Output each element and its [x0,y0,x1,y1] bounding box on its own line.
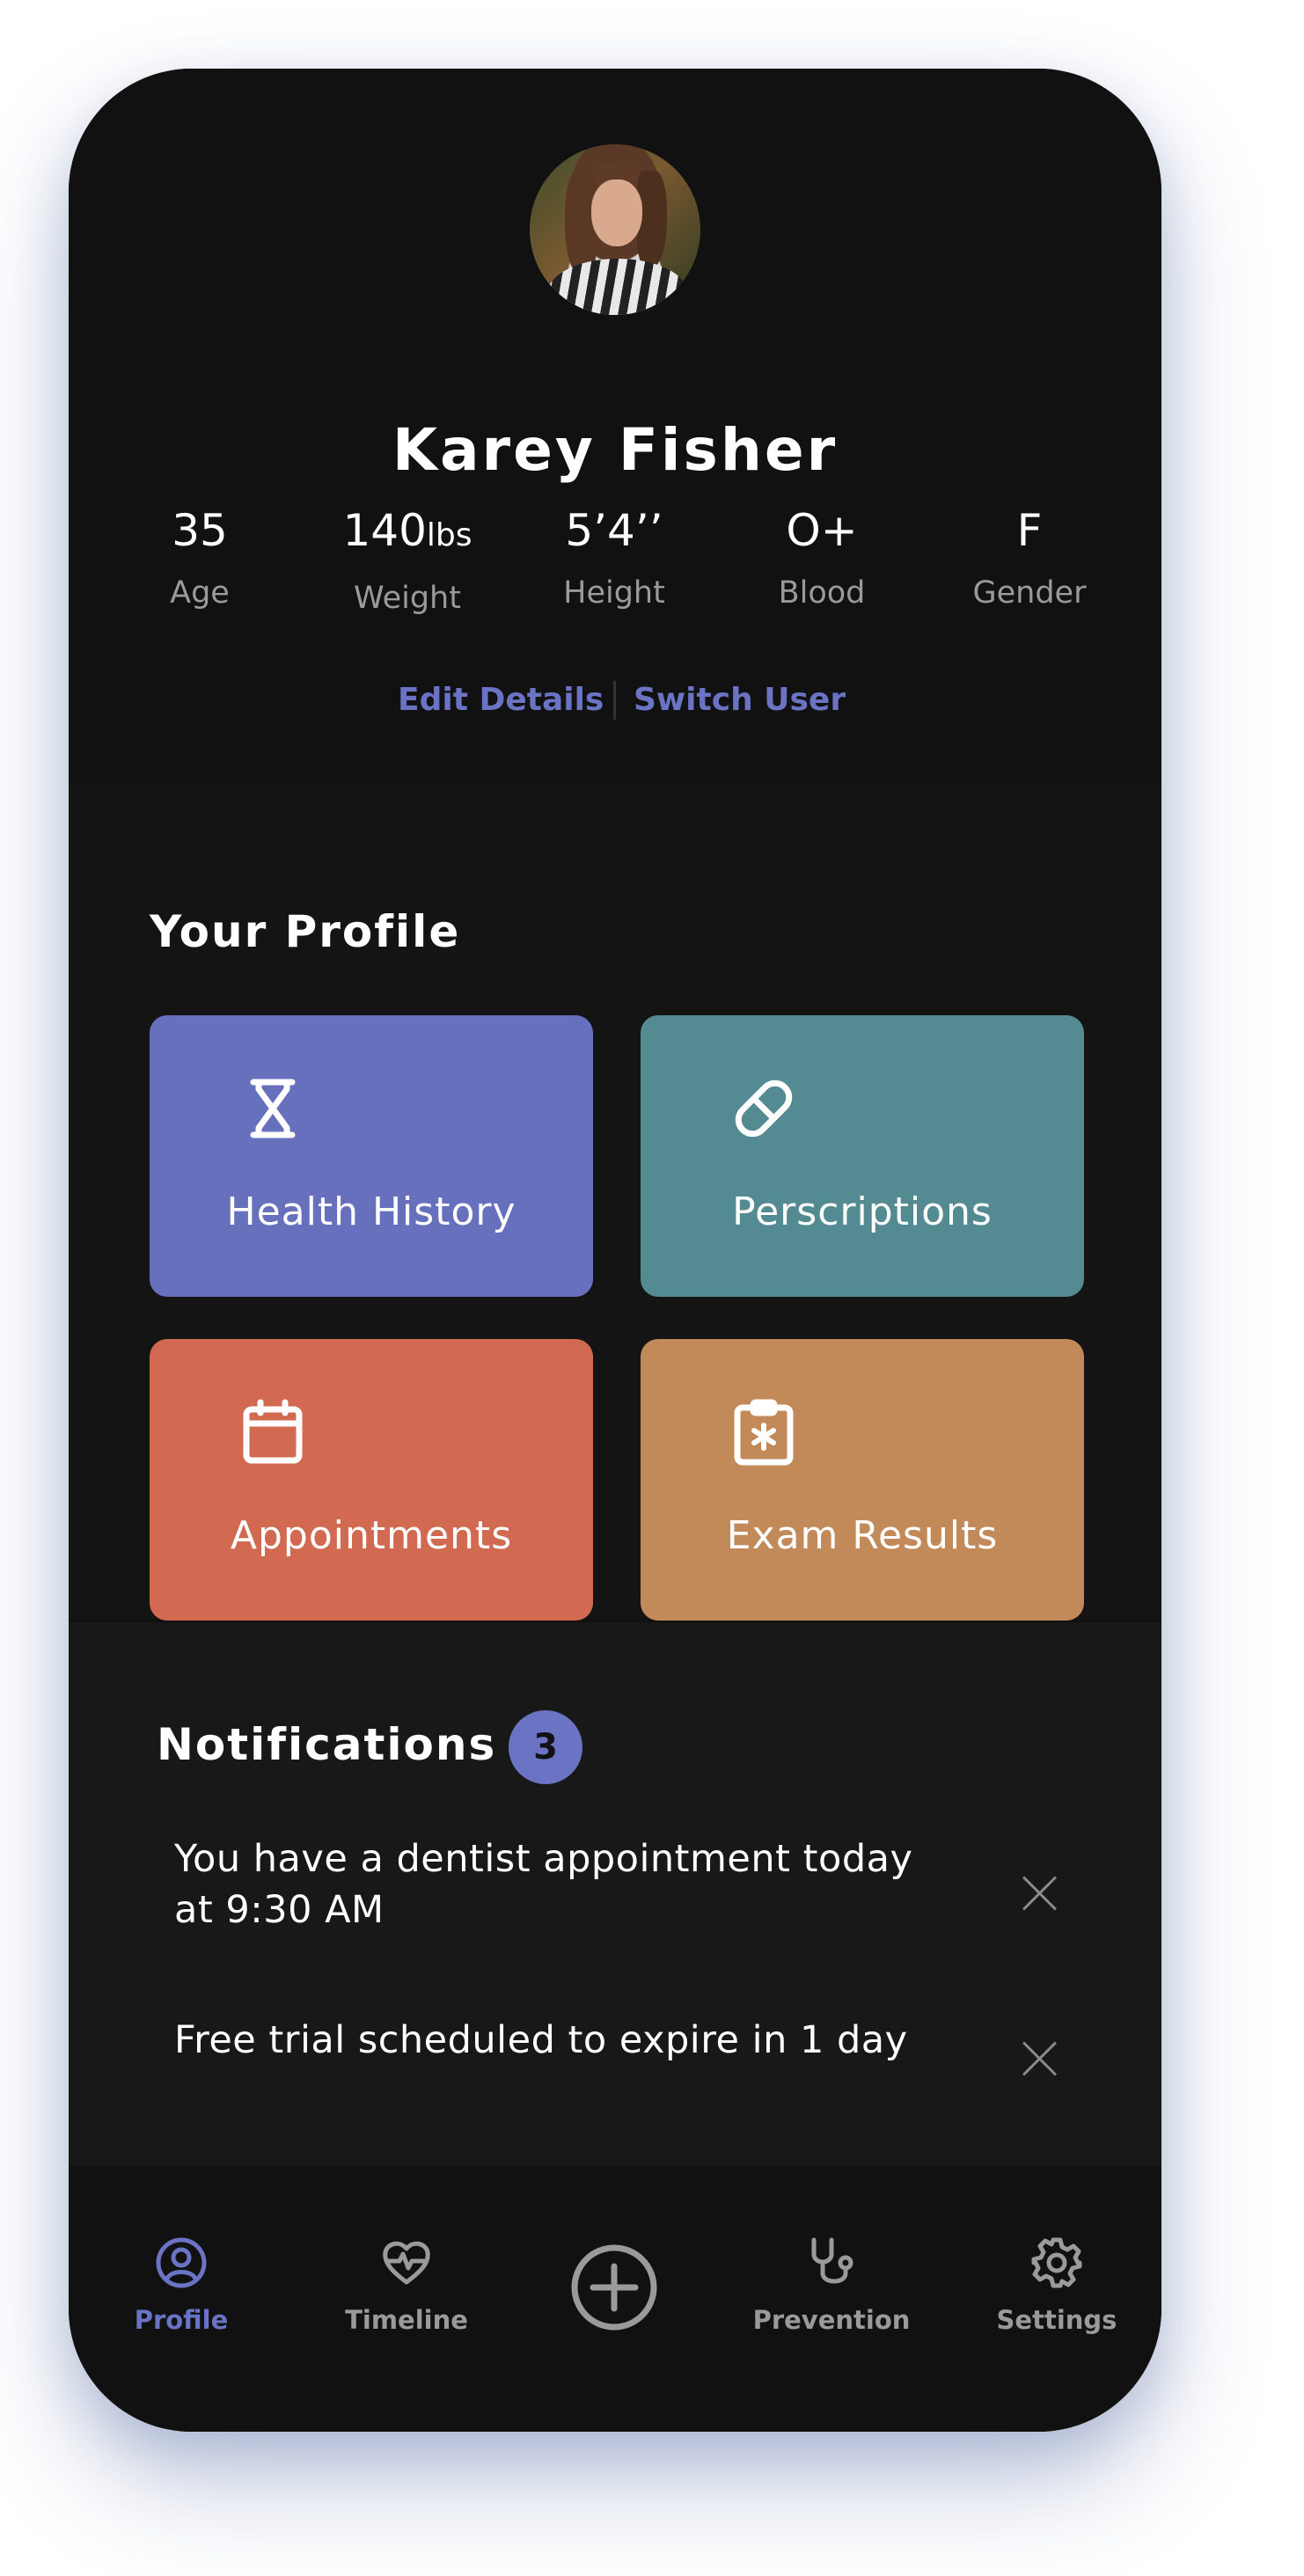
calendar-icon [243,1399,303,1464]
nav-label: Profile [134,2305,229,2335]
profile-section: Your Profile Health History Perscription… [69,783,1161,1621]
notification-text-line1: Free trial scheduled to expire in 1 day [174,2018,908,2062]
stat-value: 140 [342,505,427,556]
section-title: Your Profile [150,906,461,957]
notification-text-line2: at 9:30 AM [174,1888,385,1932]
stat-gender: F Gender [924,500,1135,611]
tile-prescriptions[interactable]: Perscriptions [641,1015,1084,1297]
stat-height: 5’4’’ Height [509,500,720,611]
nav-item-profile[interactable]: Profile [80,2236,282,2360]
tile-label: Exam Results [726,1513,999,1558]
nav-label: Settings [996,2305,1117,2335]
notifications-title: Notifications [157,1719,497,1770]
stethoscope-icon [811,2237,853,2284]
user-circle-icon [156,2237,207,2288]
nav-item-settings[interactable]: Settings [956,2236,1158,2360]
nav-label: Timeline [345,2305,468,2335]
stat-unit: lbs [426,517,473,553]
bottom-nav: Profile Timeline Prevention Settings [69,2166,1161,2432]
stat-value: O+ [786,505,858,556]
tile-label: Perscriptions [732,1189,993,1234]
nav-label: Prevention [752,2305,911,2335]
nav-item-timeline[interactable]: Timeline [305,2236,508,2360]
notification-item: Free trial scheduled to expire in 1 day [174,2015,966,2066]
tile-health-history[interactable]: Health History [150,1015,593,1297]
stat-weight: 140lbs Weight [302,500,513,616]
pill-icon [735,1079,793,1138]
switch-user-link[interactable]: Switch User [634,674,846,727]
stat-label: Weight [354,581,461,616]
tile-appointments[interactable]: Appointments [150,1339,593,1621]
stats-row: 35 Age 140lbs Weight 5’4’’ Height O+ Blo… [69,500,1161,632]
tile-label: Appointments [230,1513,513,1558]
header-links: Edit Details Switch User [69,674,1161,727]
heart-pulse-icon [383,2241,430,2285]
notification-item: You have a dentist appointment today at … [174,1833,966,1936]
tile-label: Health History [226,1189,516,1234]
link-divider [613,681,616,720]
stat-label: Height [563,575,665,611]
close-icon[interactable] [1021,1874,1059,1913]
stat-value: 5’4’’ [565,505,663,556]
user-name: Karey Fisher [392,416,839,484]
nav-item-prevention[interactable]: Prevention [730,2236,933,2360]
gear-icon [1031,2237,1082,2288]
stat-label: Blood [778,575,866,611]
clipboard-medical-icon [734,1399,794,1466]
avatar[interactable] [530,144,700,315]
tile-exam-results[interactable]: Exam Results [641,1339,1084,1621]
profile-header: Karey Fisher 35 Age 140lbs Weight 5’4’’ … [69,69,1161,764]
stat-label: Age [170,575,230,611]
notifications-section: Notifications 3 You have a dentist appoi… [69,1622,1161,2235]
notification-text-line1: You have a dentist appointment today [174,1837,913,1881]
edit-details-link[interactable]: Edit Details [398,674,604,727]
stat-label: Gender [972,575,1087,611]
notification-count-badge: 3 [509,1710,582,1784]
phone-frame: Karey Fisher 35 Age 140lbs Weight 5’4’’ … [69,69,1161,2432]
stat-value: F [1016,505,1043,556]
stat-age: 35 Age [94,500,305,611]
plus-circle-icon[interactable] [570,2243,658,2331]
close-icon[interactable] [1021,2039,1059,2078]
hourglass-icon [250,1079,296,1138]
stat-blood: O+ Blood [716,500,927,611]
stat-value: 35 [172,505,228,556]
